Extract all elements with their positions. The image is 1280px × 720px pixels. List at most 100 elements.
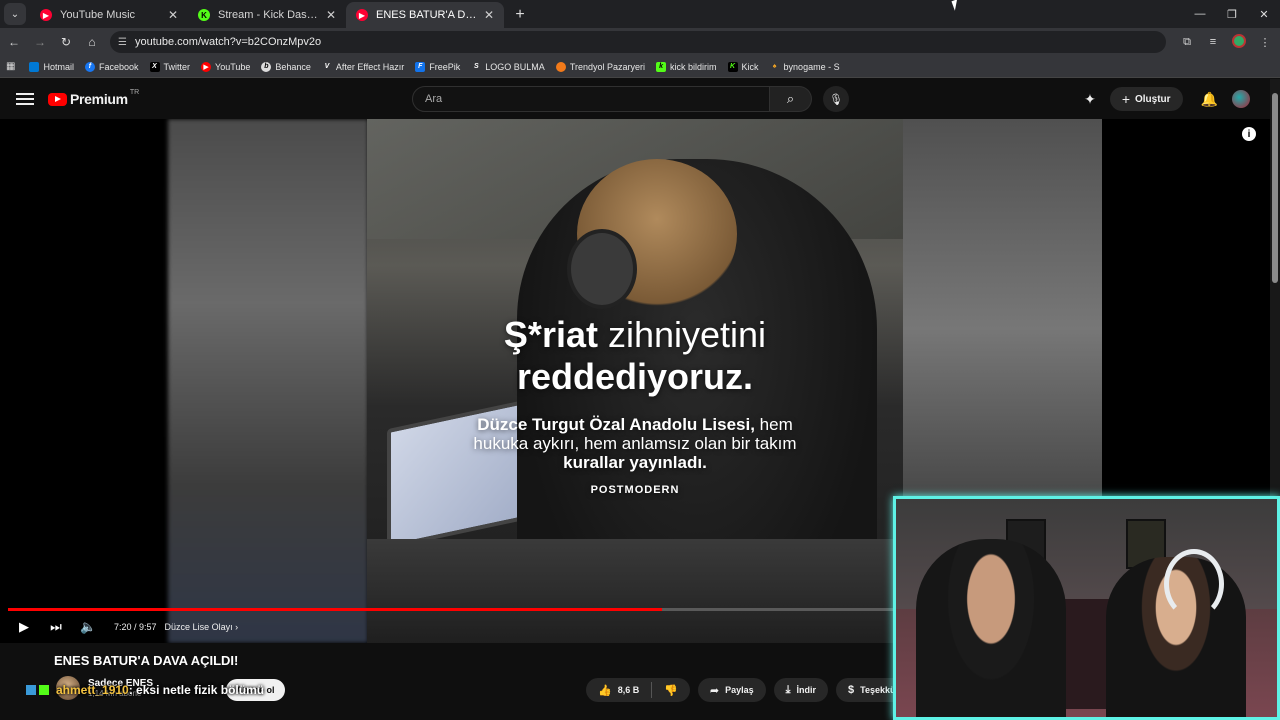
bookmark-label: Facebook bbox=[98, 61, 139, 72]
kick-icon: k bbox=[656, 61, 667, 72]
player-controls: ▶ ⏭ 🔈 7:20 / 9:57 Düzce Lise Olayı › bbox=[0, 612, 896, 642]
bookmark-kick-bildirim[interactable]: k kick bildirim bbox=[656, 61, 717, 72]
browser-toolbar: ← → ↻ ⌂ ☰ youtube.com/watch?v=b2COnzMpv2… bbox=[0, 28, 1280, 76]
play-icon[interactable]: ▶ bbox=[16, 619, 32, 635]
logo-region: TR bbox=[129, 88, 140, 96]
back-icon[interactable]: ← bbox=[2, 30, 26, 54]
webcam-person-left bbox=[916, 539, 1066, 717]
webcam-overlay bbox=[893, 496, 1280, 720]
bookmark-kick[interactable]: K Kick bbox=[727, 61, 759, 72]
caption-rest: zihniyetini bbox=[597, 314, 767, 355]
account-avatar[interactable] bbox=[1232, 90, 1250, 108]
create-label: Oluştur bbox=[1135, 93, 1171, 105]
toolbar-right-icons: ⧉ ≡ ⋮ bbox=[1174, 33, 1278, 51]
bookmark-trendyol[interactable]: Trendyol Pazaryeri bbox=[555, 61, 646, 72]
extensions-icon[interactable]: ⧉ bbox=[1174, 36, 1200, 49]
bookmark-label: Trendyol Pazaryeri bbox=[569, 61, 646, 72]
close-tab-icon[interactable]: ✕ bbox=[484, 8, 494, 22]
close-window-icon[interactable]: ✕ bbox=[1248, 0, 1280, 28]
thanks-dollar-icon: $ bbox=[848, 684, 855, 696]
bookmark-behance[interactable]: b Behance bbox=[261, 61, 311, 72]
caption-bold: Düzce Turgut Özal Anadolu Lisesi, bbox=[477, 415, 755, 434]
caption-bold: Ş*riat bbox=[503, 314, 598, 355]
dislike-button[interactable]: 👎 bbox=[652, 678, 690, 702]
site-info-icon[interactable]: ☰ bbox=[118, 37, 127, 48]
apps-grid-icon[interactable]: ▦ bbox=[6, 61, 15, 72]
bookmark-label: LOGO BULMA bbox=[485, 61, 545, 72]
video-frame: Ş*riat zihniyetini reddediyoruz. Düzce T… bbox=[367, 119, 903, 643]
address-bar[interactable]: ☰ youtube.com/watch?v=b2COnzMpv2o ▭ ☆ bbox=[110, 31, 1166, 76]
tab-search-button[interactable]: ⌄ bbox=[4, 3, 26, 25]
bookmark-label: kick bildirim bbox=[670, 61, 717, 72]
bookmark-label: Kick bbox=[741, 61, 759, 72]
media-control-icon[interactable]: ≡ bbox=[1200, 36, 1226, 48]
bookmark-twitter[interactable]: X Twitter bbox=[149, 61, 190, 72]
menu-kebab-icon[interactable]: ⋮ bbox=[1252, 36, 1278, 49]
voice-search-button[interactable]: 🎙 bbox=[823, 86, 849, 112]
bookmark-logo-bulma[interactable]: S LOGO BULMA bbox=[471, 62, 545, 72]
share-label: Paylaş bbox=[725, 685, 754, 695]
bookmark-label: After Effect Hazır bbox=[335, 61, 405, 72]
reload-icon[interactable]: ↻ bbox=[54, 30, 78, 54]
caption-bold: kurallar yayınladı. bbox=[563, 453, 707, 472]
video-progress-bar[interactable] bbox=[8, 608, 896, 611]
info-icon[interactable]: i bbox=[1242, 127, 1256, 141]
bookmark-facebook[interactable]: f Facebook bbox=[84, 61, 139, 72]
twitter-x-icon: X bbox=[149, 61, 160, 72]
chapter-button[interactable]: Düzce Lise Olayı › bbox=[165, 622, 239, 632]
forward-icon[interactable]: → bbox=[28, 30, 52, 54]
search-button[interactable]: ⌕ bbox=[770, 86, 812, 112]
logo-text: Premium bbox=[70, 91, 128, 107]
scrollbar-thumb[interactable] bbox=[1272, 93, 1278, 283]
youtube-header: Premium TR Ara ⌕ 🎙 ✦ + Oluştur 🔔 bbox=[0, 79, 1280, 119]
kick-icon: K bbox=[198, 9, 210, 21]
kick-icon: K bbox=[727, 61, 738, 72]
youtube-music-icon: ▶ bbox=[40, 9, 52, 21]
search-input[interactable]: Ara bbox=[412, 86, 770, 112]
tab-youtube-video[interactable]: ▶ ENES BATUR'A DAVA AÇILDI! - ✕ bbox=[346, 2, 504, 28]
tab-kick-dashboard[interactable]: K Stream - Kick Dashboard ✕ bbox=[188, 2, 346, 28]
microphone-icon: 🎙 bbox=[829, 93, 843, 106]
minimize-icon[interactable]: — bbox=[1184, 0, 1216, 28]
chevron-down-icon: ⌄ bbox=[10, 8, 20, 20]
close-tab-icon[interactable]: ✕ bbox=[326, 8, 336, 22]
video-blur-left bbox=[168, 119, 368, 643]
create-button[interactable]: + Oluştur bbox=[1109, 87, 1183, 111]
stream-chat-message: ahmett_1910 : eksi netle fizik bölümü bbox=[26, 683, 264, 697]
tab-youtube-music[interactable]: ▶ YouTube Music ✕ bbox=[30, 2, 188, 28]
restore-icon[interactable]: ❐ bbox=[1216, 0, 1248, 28]
new-tab-button[interactable]: + bbox=[508, 3, 532, 27]
close-tab-icon[interactable]: ✕ bbox=[168, 8, 178, 22]
search-area: Ara ⌕ 🎙 bbox=[412, 86, 849, 112]
profile-avatar[interactable] bbox=[1226, 33, 1252, 51]
bookmarks-bar: ▦ Hotmail f Facebook X Twitter ▶ YouTube bB… bbox=[0, 56, 1280, 78]
download-button[interactable]: ⤓ İndir bbox=[773, 678, 829, 702]
home-icon[interactable]: ⌂ bbox=[80, 30, 104, 54]
bookmark-youtube[interactable]: ▶ YouTube bbox=[201, 61, 250, 72]
volume-icon[interactable]: 🔈 bbox=[80, 619, 96, 635]
youtube-premium-logo[interactable]: Premium TR bbox=[48, 88, 140, 107]
download-label: İndir bbox=[796, 685, 817, 695]
youtube-icon: ▶ bbox=[356, 9, 368, 21]
bookmark-label: Hotmail bbox=[43, 61, 74, 72]
next-video-icon[interactable]: ⏭ bbox=[48, 619, 64, 635]
bynogame-icon: ♠ bbox=[772, 63, 777, 70]
caption-line-3: Düzce Turgut Özal Anadolu Lisesi, hem hu… bbox=[367, 415, 903, 472]
like-button[interactable]: 👍 8,6 B bbox=[586, 678, 651, 702]
facebook-icon: f bbox=[84, 61, 95, 72]
window-controls: — ❐ ✕ bbox=[1184, 0, 1280, 28]
bookmark-freepik[interactable]: F FreePik bbox=[415, 61, 460, 72]
premium-badge-icon[interactable]: ✦ bbox=[1084, 91, 1096, 108]
video-caption: Ş*riat zihniyetini reddediyoruz. Düzce T… bbox=[367, 314, 903, 497]
chat-badge-icon bbox=[26, 685, 36, 695]
share-button[interactable]: ➦ Paylaş bbox=[697, 678, 766, 702]
behance-icon: b bbox=[261, 61, 272, 72]
bookmark-after-effect[interactable]: V After Effect Hazır bbox=[322, 61, 405, 72]
bookmark-bynogame[interactable]: ♠ bynogame - S bbox=[770, 62, 840, 72]
youtube-play-logo-icon bbox=[48, 92, 67, 106]
hamburger-menu-icon[interactable] bbox=[16, 93, 34, 105]
freepik-icon: F bbox=[415, 61, 426, 72]
notifications-bell-icon[interactable]: 🔔 bbox=[1201, 91, 1218, 108]
caption-line-2: reddediyoruz. bbox=[516, 356, 754, 397]
bookmark-hotmail[interactable]: Hotmail bbox=[29, 61, 74, 72]
